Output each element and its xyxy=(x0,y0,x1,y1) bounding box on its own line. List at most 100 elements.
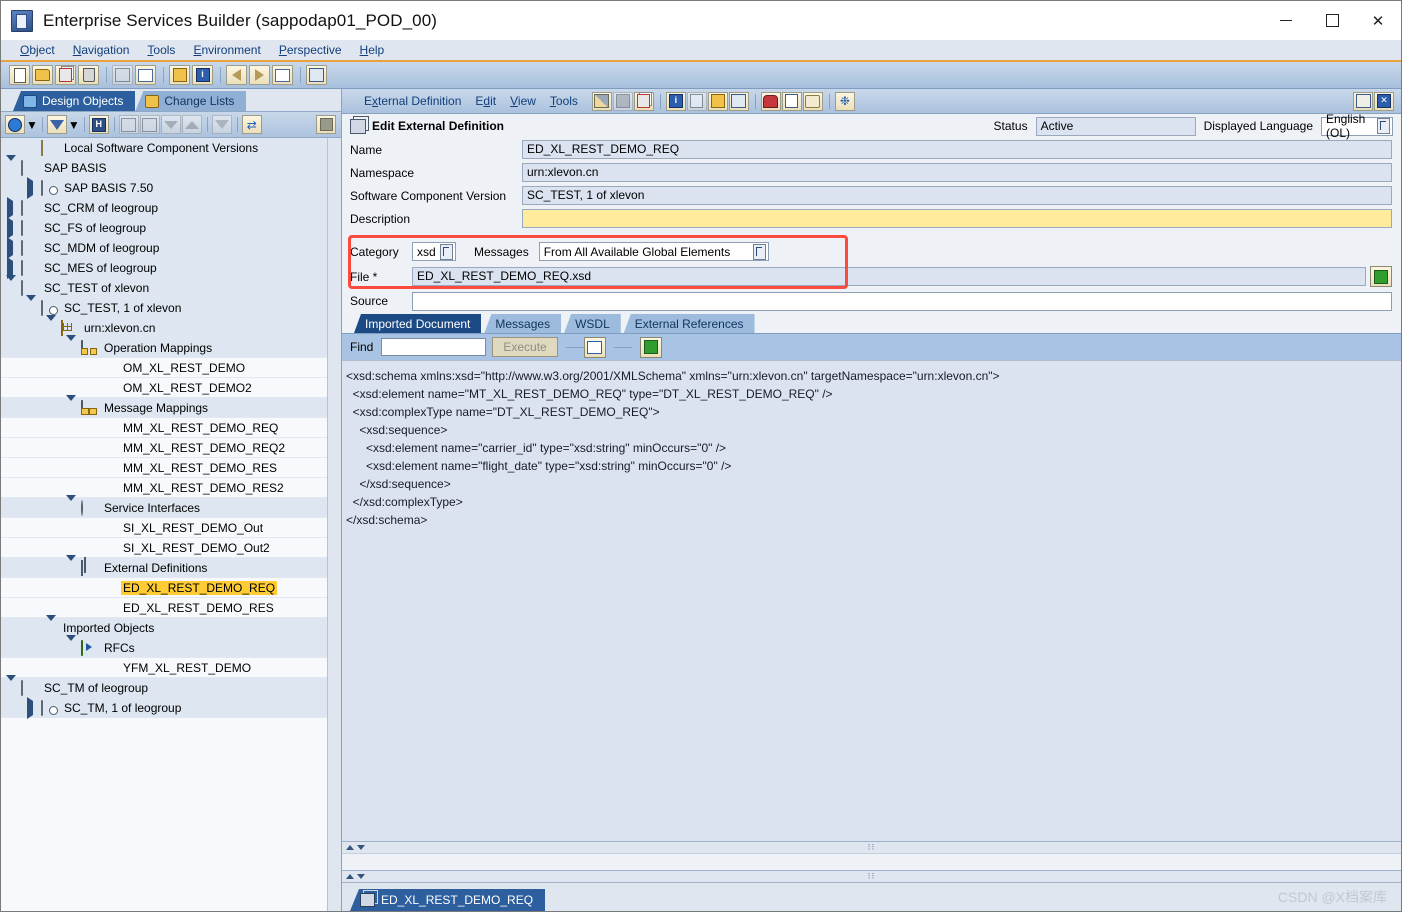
execute-button[interactable]: Execute xyxy=(492,337,558,357)
find-input[interactable] xyxy=(381,338,487,356)
tree-node[interactable]: urn:xlevon.cn xyxy=(1,314,341,338)
filter-icon[interactable] xyxy=(46,115,67,134)
tree-expand-arrow-icon[interactable] xyxy=(1,196,21,219)
tree-expand-arrow-icon[interactable] xyxy=(1,256,21,279)
export-document-icon[interactable] xyxy=(639,336,662,358)
collapse-all-icon[interactable] xyxy=(181,115,202,134)
tree-node[interactable]: SC_TEST of xlevon xyxy=(1,274,341,298)
tree-node[interactable]: Message Mappings xyxy=(1,394,341,418)
editor-splitter-top[interactable]: ⁝⁝ xyxy=(342,841,1401,853)
copy-object-icon[interactable] xyxy=(633,91,654,111)
scroll-up-icon[interactable] xyxy=(346,874,354,879)
tree-node[interactable]: Local Software Component Versions xyxy=(1,138,341,158)
tree-node[interactable]: SI_XL_REST_DEMO_Out2 xyxy=(1,538,341,558)
tab-imported-document[interactable]: Imported Document xyxy=(354,314,482,333)
expand-subtree-icon[interactable] xyxy=(118,115,139,134)
tree-node[interactable]: SC_TM, 1 of leogroup xyxy=(1,696,341,719)
tree-vertical-scrollbar[interactable] xyxy=(327,138,341,911)
tree-node[interactable]: Service Interfaces xyxy=(1,494,341,518)
back-arrow-icon[interactable] xyxy=(226,65,247,85)
namespace-field[interactable]: urn:xlevon.cn xyxy=(522,163,1392,182)
displayed-language-select[interactable]: English (OL) xyxy=(1321,112,1393,140)
tree-expand-arrow-icon[interactable] xyxy=(1,236,21,259)
menu-tools[interactable]: Tools xyxy=(138,40,184,60)
editor-menu-view[interactable]: View xyxy=(510,94,536,108)
menu-navigation[interactable]: Navigation xyxy=(64,40,139,60)
save-all-icon[interactable] xyxy=(112,65,133,85)
tree-node[interactable]: SI_XL_REST_DEMO_Out xyxy=(1,518,341,538)
view-document-icon[interactable] xyxy=(583,336,606,358)
forward-arrow-icon[interactable] xyxy=(249,65,270,85)
scroll-up-icon[interactable] xyxy=(346,845,354,850)
delete-trash-icon[interactable] xyxy=(78,65,99,85)
properties-icon[interactable] xyxy=(728,91,749,111)
maximize-button[interactable] xyxy=(1309,1,1355,40)
messages-select[interactable]: From All Available Global Elements xyxy=(538,242,769,261)
tree-collapse-arrow-icon[interactable] xyxy=(61,334,81,355)
dependencies-icon[interactable]: ❉ xyxy=(834,91,855,111)
splitter-arrows[interactable] xyxy=(342,874,365,879)
close-button[interactable]: ✕ xyxy=(1355,1,1401,40)
menu-environment[interactable]: Environment xyxy=(184,40,269,60)
tree-node[interactable]: MM_XL_REST_DEMO_REQ xyxy=(1,418,341,438)
tree-node[interactable]: SC_FS of leogroup xyxy=(1,216,341,239)
scroll-down-icon[interactable] xyxy=(357,845,365,850)
where-used-icon[interactable] xyxy=(169,65,190,85)
new-icon[interactable] xyxy=(9,65,30,85)
tree-node[interactable]: RFCs xyxy=(1,634,341,658)
chevron-down-icon[interactable] xyxy=(1377,118,1390,134)
tab-change-lists[interactable]: Change Lists xyxy=(135,91,247,111)
tree-collapse-arrow-icon[interactable] xyxy=(61,634,81,655)
close-editor-icon[interactable]: ✕ xyxy=(1374,91,1394,111)
tree-node[interactable]: MM_XL_REST_DEMO_RES xyxy=(1,458,341,478)
object-tree[interactable]: Local Software Component Versions SAP BAS… xyxy=(1,138,341,911)
tree-node[interactable]: External Definitions xyxy=(1,554,341,578)
menu-help[interactable]: Help xyxy=(351,40,394,60)
scroll-down-icon[interactable] xyxy=(357,874,365,879)
tree-node[interactable]: SAP BASIS xyxy=(1,154,341,178)
import-file-icon[interactable] xyxy=(1370,266,1392,287)
filter-dropdown-icon[interactable]: ▼ xyxy=(68,118,80,132)
tree-node[interactable]: ED_XL_REST_DEMO_REQ xyxy=(1,578,341,598)
category-select[interactable]: xsd xyxy=(412,242,456,261)
chevron-down-icon[interactable] xyxy=(439,243,453,260)
tree-node[interactable]: SC_MDM of leogroup xyxy=(1,236,341,259)
software-component-version-field[interactable]: SC_TEST, 1 of xlevon xyxy=(522,186,1392,205)
tree-collapse-arrow-icon[interactable] xyxy=(61,494,81,515)
tree-expand-arrow-icon[interactable] xyxy=(21,696,41,719)
sync-navigation-icon[interactable]: ⇄ xyxy=(241,115,262,134)
tree-node[interactable]: SC_TM of leogroup xyxy=(1,674,341,698)
tree-node[interactable]: SAP BASIS 7.50 xyxy=(1,176,341,199)
tree-node[interactable]: OM_XL_REST_DEMO2 xyxy=(1,378,341,398)
editor-menu-external-definition[interactable]: External Definition xyxy=(364,94,461,108)
tab-design-objects[interactable]: Design Objects xyxy=(13,91,136,111)
tree-collapse-arrow-icon[interactable] xyxy=(1,674,21,695)
collapse-subtree-icon[interactable] xyxy=(139,115,160,134)
tree-collapse-arrow-icon[interactable] xyxy=(41,314,61,335)
description-field[interactable] xyxy=(522,209,1392,228)
stop-icon[interactable] xyxy=(316,115,336,134)
version-history-icon[interactable] xyxy=(781,91,802,111)
open-object-tab[interactable]: ED_XL_REST_DEMO_REQ xyxy=(350,889,546,911)
pin-icon[interactable] xyxy=(1353,91,1373,111)
tree-node[interactable]: OM_XL_REST_DEMO xyxy=(1,358,341,378)
apply-filter-icon[interactable] xyxy=(211,115,232,134)
history-list-icon[interactable] xyxy=(272,65,293,85)
refresh-dropdown-icon[interactable]: ▼ xyxy=(26,118,38,132)
copy-icon[interactable] xyxy=(55,65,76,85)
xml-source-view[interactable]: <xsd:schema xmlns:xsd="http://www.w3.org… xyxy=(342,360,1401,841)
menu-perspective[interactable]: Perspective xyxy=(270,40,351,60)
splitter-arrows[interactable] xyxy=(342,845,365,850)
tab-external-references[interactable]: External References xyxy=(623,314,755,333)
file-field[interactable]: ED_XL_REST_DEMO_REQ.xsd xyxy=(412,267,1366,286)
tree-node[interactable]: SC_CRM of leogroup xyxy=(1,196,341,219)
tree-collapse-arrow-icon[interactable] xyxy=(61,394,81,415)
tree-node[interactable]: Imported Objects xyxy=(1,614,341,638)
open-folder-icon[interactable] xyxy=(32,65,53,85)
chevron-down-icon[interactable] xyxy=(752,243,766,260)
log-icon[interactable] xyxy=(802,91,823,111)
tree-expand-arrow-icon[interactable] xyxy=(1,216,21,239)
tree-collapse-arrow-icon[interactable] xyxy=(1,274,21,295)
name-field[interactable]: ED_XL_REST_DEMO_REQ xyxy=(522,140,1392,159)
tree-node[interactable]: SC_MES of leogroup xyxy=(1,256,341,279)
